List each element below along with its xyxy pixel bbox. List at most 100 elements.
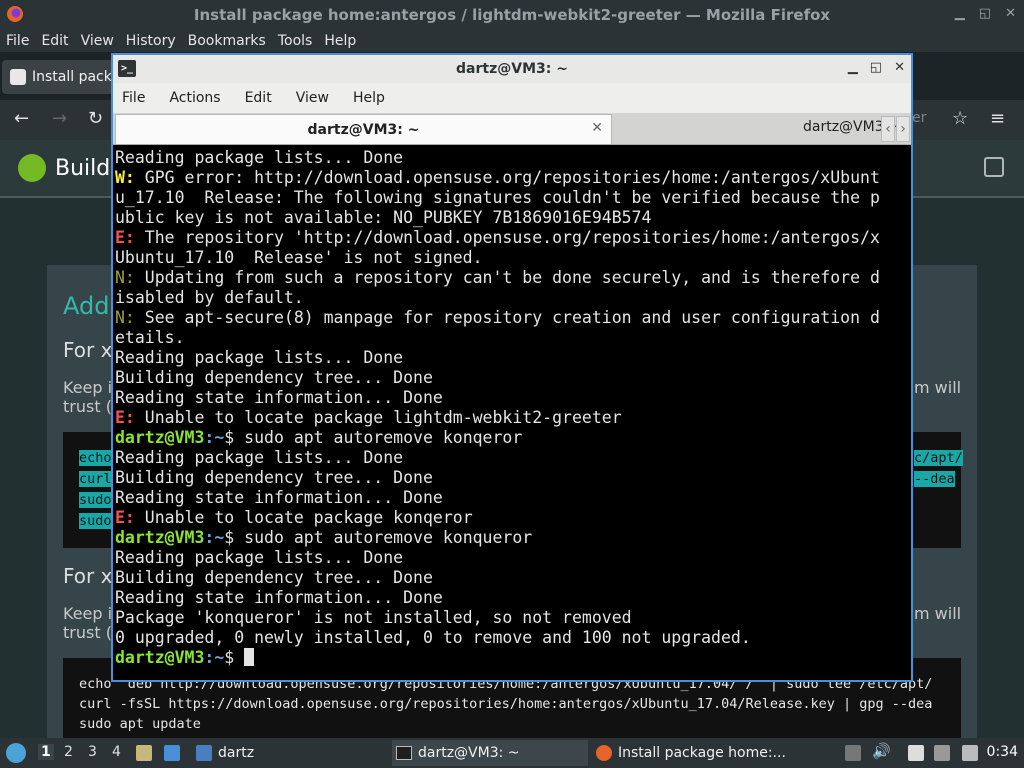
terminal-titlebar: >_ dartz@VM3: ~ ▁ ◱ ✕ [113, 55, 911, 83]
terminal-line: Reading package lists... Done [115, 448, 403, 468]
menu-view[interactable]: View [81, 33, 114, 49]
menu-edit[interactable]: Edit [41, 33, 68, 49]
bookmark-star-icon[interactable]: ☆ [952, 108, 968, 129]
minimize-icon[interactable]: ▁ [848, 60, 858, 75]
terminal-line: N: See apt-secure(8) manpage for reposit… [115, 308, 880, 328]
message-prefix: N: [115, 268, 135, 287]
url-bar-text[interactable]: er [912, 110, 926, 126]
terminal-line-text: Building dependency tree... Done [115, 468, 433, 487]
firefox-tab-label: Install packa [32, 69, 121, 85]
firefox-tab[interactable]: Install packa [2, 60, 122, 94]
menu-file[interactable]: File [6, 33, 29, 49]
back-arrow-icon[interactable]: ← [14, 108, 29, 129]
tab-scroll-right-icon[interactable]: › [896, 116, 910, 142]
close-icon[interactable]: ✕ [1005, 6, 1016, 21]
clock: 0:34 [986, 744, 1018, 760]
section-text-2b: trust ( [63, 623, 112, 642]
terminal-line-text: Ubuntu_17.10 Release' is not signed. [115, 248, 483, 267]
terminal-task[interactable]: dartz@VM3: ~ [392, 740, 588, 766]
terminal-line-text: Package 'konqueror' is not installed, so… [115, 608, 632, 627]
terminal-line: Reading state information... Done [115, 588, 443, 608]
message-prefix: E: [115, 508, 135, 527]
terminal-menu-view[interactable]: View [296, 90, 329, 106]
card-heading: Add [63, 292, 110, 320]
tray-updates-icon[interactable] [845, 745, 861, 761]
network-icon[interactable] [962, 745, 978, 761]
close-icon[interactable]: ✕ [894, 60, 905, 75]
terminal-line-text: Reading package lists... Done [115, 348, 404, 367]
volume-icon[interactable]: 🔊 [872, 742, 891, 760]
firefox-task[interactable]: Install package home:... [596, 740, 792, 766]
start-menu-icon[interactable] [6, 743, 26, 763]
terminal-line: 0 upgraded, 0 newly installed, 0 to remo… [115, 628, 751, 648]
firefox-menubar: File Edit View History Bookmarks Tools H… [0, 30, 1024, 52]
hamburger-menu-icon[interactable]: ≡ [990, 108, 1005, 129]
prompt-separator: : [204, 528, 215, 547]
terminal-window: >_ dartz@VM3: ~ ▁ ◱ ✕ File Actions Edit … [111, 53, 913, 682]
terminal-menu-help[interactable]: Help [353, 90, 385, 106]
menu-tools[interactable]: Tools [278, 33, 313, 49]
code-line-tail: c/apt/ [914, 450, 963, 466]
reload-icon[interactable]: ↻ [88, 108, 103, 129]
terminal-line: Reading package lists... Done [115, 348, 403, 368]
terminal-line-text: Reading package lists... Done [115, 448, 404, 467]
terminal-menu-actions[interactable]: Actions [169, 90, 220, 106]
firefox-task-icon [596, 745, 612, 761]
terminal-line-text: ublic key is not available: NO_PUBKEY 7B… [115, 208, 652, 227]
page-favicon-icon [10, 69, 26, 85]
prompt-path: ~ [214, 528, 225, 547]
terminal-line-text: etails. [115, 328, 185, 347]
terminal-line: dartz@VM3:~$ sudo apt autoremove konquer… [115, 528, 532, 548]
terminal-line-text: u_17.10 Release: The following signature… [115, 188, 880, 207]
terminal-line-text: isabled by default. [115, 288, 304, 307]
folder-task[interactable]: dartz [196, 740, 254, 766]
section-text-2a: Keep i [63, 604, 113, 623]
maximize-icon[interactable]: ◱ [979, 6, 991, 21]
menu-help[interactable]: Help [324, 33, 356, 49]
forward-arrow-icon[interactable]: → [52, 108, 67, 129]
folder-icon [196, 745, 212, 761]
terminal-line: Reading package lists... Done [115, 148, 403, 168]
terminal-line-text: The repository 'http://download.opensuse… [134, 228, 880, 247]
section-text-1b: trust ( [63, 397, 112, 416]
terminal-line: Building dependency tree... Done [115, 368, 433, 388]
terminal-menubar: File Actions Edit View Help [113, 83, 911, 113]
tab-close-icon[interactable]: ✕ [591, 120, 603, 136]
section-text-1-right: m will [914, 378, 962, 397]
section-title-2: For x [63, 564, 113, 588]
section-text-1a: Keep i [63, 378, 113, 397]
terminal-tab-active[interactable]: dartz@VM3: ~ ✕ [115, 114, 612, 144]
terminal-menu-file[interactable]: File [122, 90, 145, 106]
clipboard-icon[interactable] [908, 745, 924, 761]
workspace-3[interactable]: 3 [88, 744, 97, 760]
terminal-line: dartz@VM3:~$ [115, 648, 255, 668]
keyboard-icon[interactable] [934, 745, 950, 761]
firefox-logo-icon [7, 6, 23, 22]
terminal-line: E: The repository 'http://download.opens… [115, 228, 880, 248]
apps-grid-icon[interactable] [984, 157, 1004, 177]
terminal-output[interactable]: Reading package lists... Done W: GPG erro… [113, 146, 911, 680]
menu-history[interactable]: History [126, 33, 176, 49]
message-prefix: W: [115, 168, 135, 187]
code-line-tail: --dea [914, 471, 955, 487]
terminal-line-text: See apt-secure(8) manpage for repository… [134, 308, 880, 327]
workspace-1[interactable]: 1 [38, 744, 54, 760]
menu-bookmarks[interactable]: Bookmarks [188, 33, 266, 49]
tab-scroll-left-icon[interactable]: ‹ [881, 116, 895, 142]
terminal-line-text: Reading package lists... Done [115, 548, 404, 567]
terminal-line-text: Unable to locate package lightdm-webkit2… [134, 408, 622, 427]
code-line: curl [79, 471, 112, 487]
workspace-4[interactable]: 4 [112, 744, 121, 760]
firefox-titlebar: Install package home:antergos / lightdm-… [0, 0, 1024, 30]
opensuse-logo-icon[interactable] [18, 154, 46, 182]
terminal-line: E: Unable to locate package konqeror [115, 508, 473, 528]
code-line: echo [79, 450, 112, 466]
desktop-launcher-icon[interactable] [164, 745, 180, 761]
terminal-menu-edit[interactable]: Edit [245, 90, 272, 106]
workspace-2[interactable]: 2 [64, 744, 73, 760]
minimize-icon[interactable]: ▁ [955, 6, 965, 21]
terminal-line-text: Reading state information... Done [115, 388, 443, 407]
file-manager-launcher-icon[interactable] [136, 745, 152, 761]
maximize-icon[interactable]: ◱ [870, 60, 882, 75]
prompt-user: dartz@VM3 [115, 528, 205, 547]
